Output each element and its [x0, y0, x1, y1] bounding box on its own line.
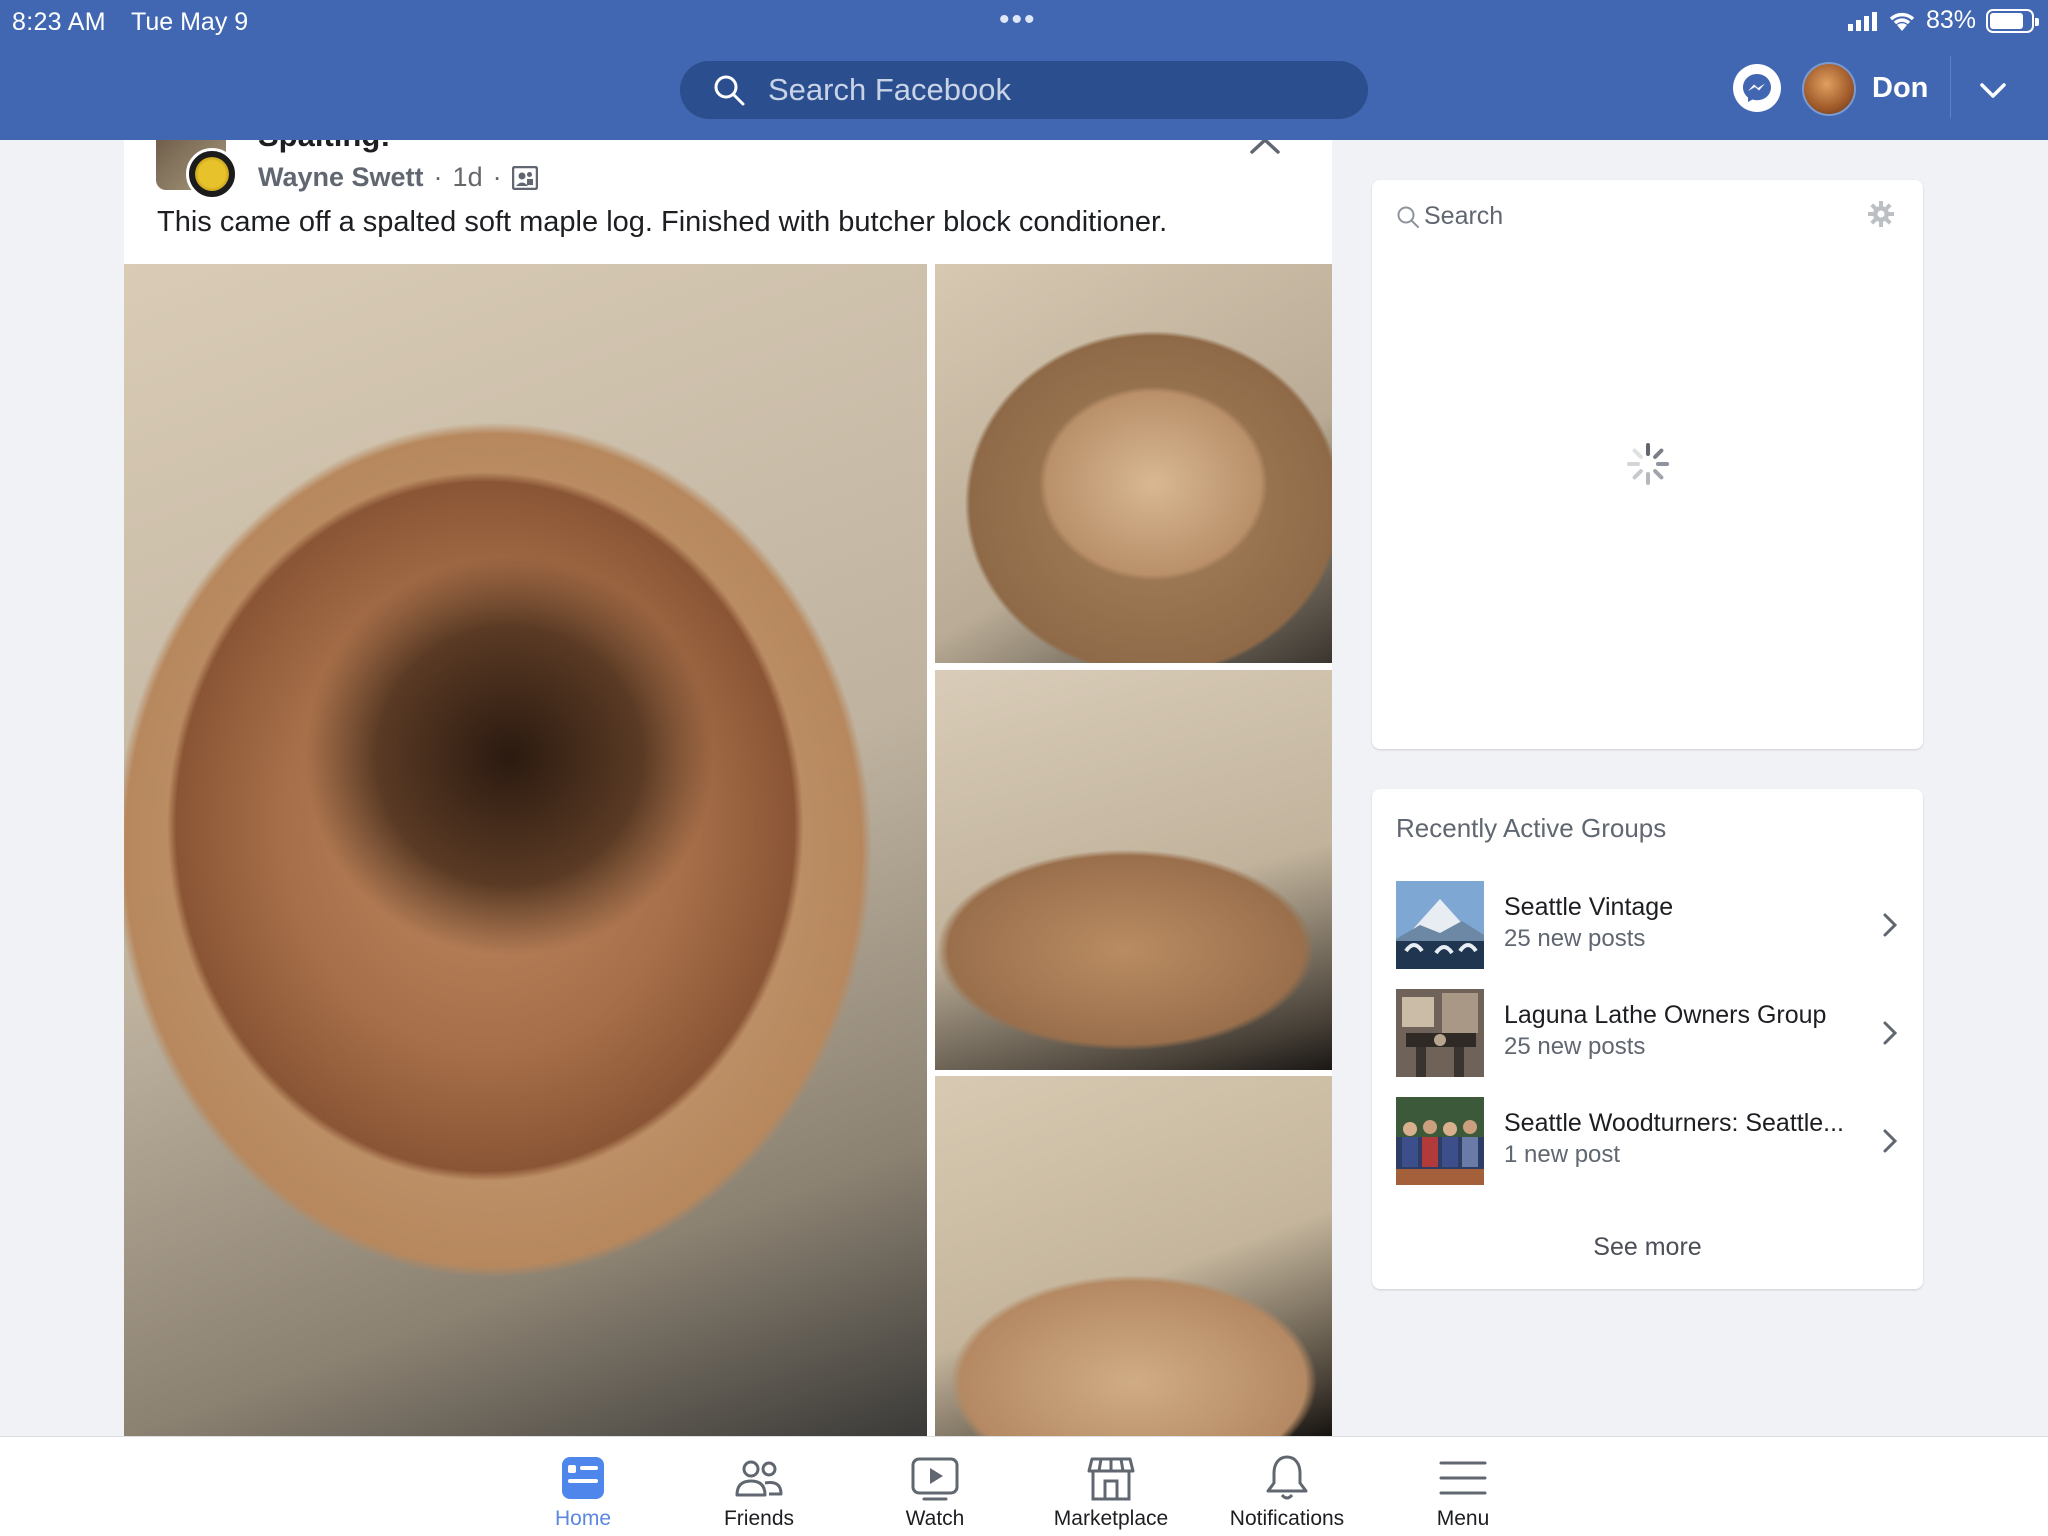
sidebar-search-input[interactable]: Search: [1396, 202, 1503, 231]
post-group-title[interactable]: Spalting!: [258, 140, 391, 154]
cellular-icon: [1847, 11, 1877, 31]
close-icon[interactable]: [1248, 140, 1282, 156]
group-new-posts: 25 new posts: [1504, 925, 1646, 952]
post-meta: Wayne Swett · 1d ·: [258, 162, 538, 193]
post-photo-bowl-side[interactable]: [935, 670, 1332, 1070]
post-text: This came off a spalted soft maple log. …: [157, 206, 1168, 238]
status-time: 8:23 AM: [12, 8, 106, 36]
group-thumbnail: [1396, 1097, 1484, 1185]
loading-spinner-icon: [1627, 443, 1669, 485]
group-row-seattle-vintage[interactable]: Seattle Vintage 25 new posts: [1396, 881, 1908, 969]
watch-icon: [911, 1457, 959, 1501]
multitasking-dots[interactable]: •••: [999, 5, 1037, 35]
feed-post: Spalting! Wayne Swett · 1d · This came o…: [124, 140, 1332, 1436]
post-photo-bowl-top[interactable]: [935, 264, 1332, 663]
tab-home[interactable]: Home: [498, 1437, 668, 1536]
meta-separator: ·: [492, 162, 502, 192]
battery-percent: 83%: [1925, 6, 1976, 34]
chevron-right-icon: [1883, 913, 1898, 937]
tab-label: Notifications: [1229, 1507, 1345, 1530]
post-photo-bowl-interior[interactable]: [124, 264, 927, 1436]
chevron-down-icon[interactable]: [1976, 74, 2010, 108]
status-date: Tue May 9: [131, 8, 249, 36]
group-row-seattle-woodturners[interactable]: Seattle Woodturners: Seattle... 1 new po…: [1396, 1097, 1908, 1185]
profile-name[interactable]: Don: [1872, 72, 1928, 105]
tab-watch[interactable]: Watch: [850, 1437, 1020, 1536]
post-author[interactable]: Wayne Swett: [258, 162, 424, 193]
header-divider: [1950, 56, 1951, 118]
group-name: Seattle Vintage: [1504, 893, 1674, 921]
tab-label: Friends: [723, 1507, 795, 1530]
top-bar: 8:23 AM Tue May 9 ••• 83% Search Faceboo…: [0, 0, 2048, 140]
menu-icon: [1439, 1461, 1487, 1495]
search-icon: [714, 75, 745, 106]
meta-separator: ·: [433, 162, 443, 192]
tab-label: Home: [554, 1507, 612, 1530]
group-new-posts: 1 new post: [1504, 1141, 1621, 1168]
group-thumbnail: [1396, 881, 1484, 969]
messenger-icon: [1743, 74, 1771, 102]
members-only-icon: [511, 165, 538, 190]
bell-icon: [1266, 1455, 1308, 1500]
tab-label: Menu: [1436, 1507, 1490, 1530]
battery-level: [1990, 12, 2023, 29]
marketplace-icon: [1087, 1457, 1135, 1501]
wifi-icon: [1889, 12, 1915, 31]
tab-label: Marketplace: [1053, 1507, 1169, 1530]
see-more-link[interactable]: See more: [1372, 1233, 1923, 1262]
sidebar-search-widget: Search: [1372, 180, 1923, 749]
gear-icon[interactable]: [1867, 200, 1895, 228]
search-icon: [1397, 206, 1419, 228]
tab-friends[interactable]: Friends: [674, 1437, 844, 1536]
tab-label: Watch: [905, 1507, 965, 1530]
groups-heading: Recently Active Groups: [1396, 813, 1667, 843]
search-placeholder: Search Facebook: [768, 72, 1011, 107]
messenger-button[interactable]: [1733, 64, 1781, 112]
post-author-avatar[interactable]: [156, 140, 240, 200]
post-photo-bowl-side-2[interactable]: [935, 1076, 1332, 1436]
sidebar-search-label: Search: [1424, 202, 1504, 230]
tab-notifications[interactable]: Notifications: [1202, 1437, 1372, 1536]
post-time[interactable]: 1d: [453, 162, 483, 193]
bottom-tab-bar: Home Friends Watch Marketplace Notificat…: [0, 1436, 2048, 1536]
tab-menu[interactable]: Menu: [1378, 1437, 1548, 1536]
status-indicators: 83%: [1847, 6, 2039, 35]
recently-active-groups-widget: Recently Active Groups Seattle Vintage 2…: [1372, 789, 1923, 1289]
group-name: Seattle Woodturners: Seattle...: [1504, 1109, 1845, 1137]
chevron-right-icon: [1883, 1129, 1898, 1153]
tab-marketplace[interactable]: Marketplace: [1026, 1437, 1196, 1536]
group-thumbnail: [1396, 989, 1484, 1077]
group-name: Laguna Lathe Owners Group: [1504, 1001, 1827, 1029]
chevron-right-icon: [1883, 1021, 1898, 1045]
group-new-posts: 25 new posts: [1504, 1033, 1646, 1060]
battery-icon: [1986, 8, 2039, 33]
friends-icon: [735, 1460, 783, 1497]
home-icon: [562, 1457, 604, 1499]
group-row-laguna-lathe[interactable]: Laguna Lathe Owners Group 25 new posts: [1396, 989, 1908, 1077]
bear-badge-icon: [186, 148, 238, 200]
search-facebook-input[interactable]: Search Facebook: [680, 61, 1368, 119]
avatar[interactable]: [1802, 62, 1856, 116]
